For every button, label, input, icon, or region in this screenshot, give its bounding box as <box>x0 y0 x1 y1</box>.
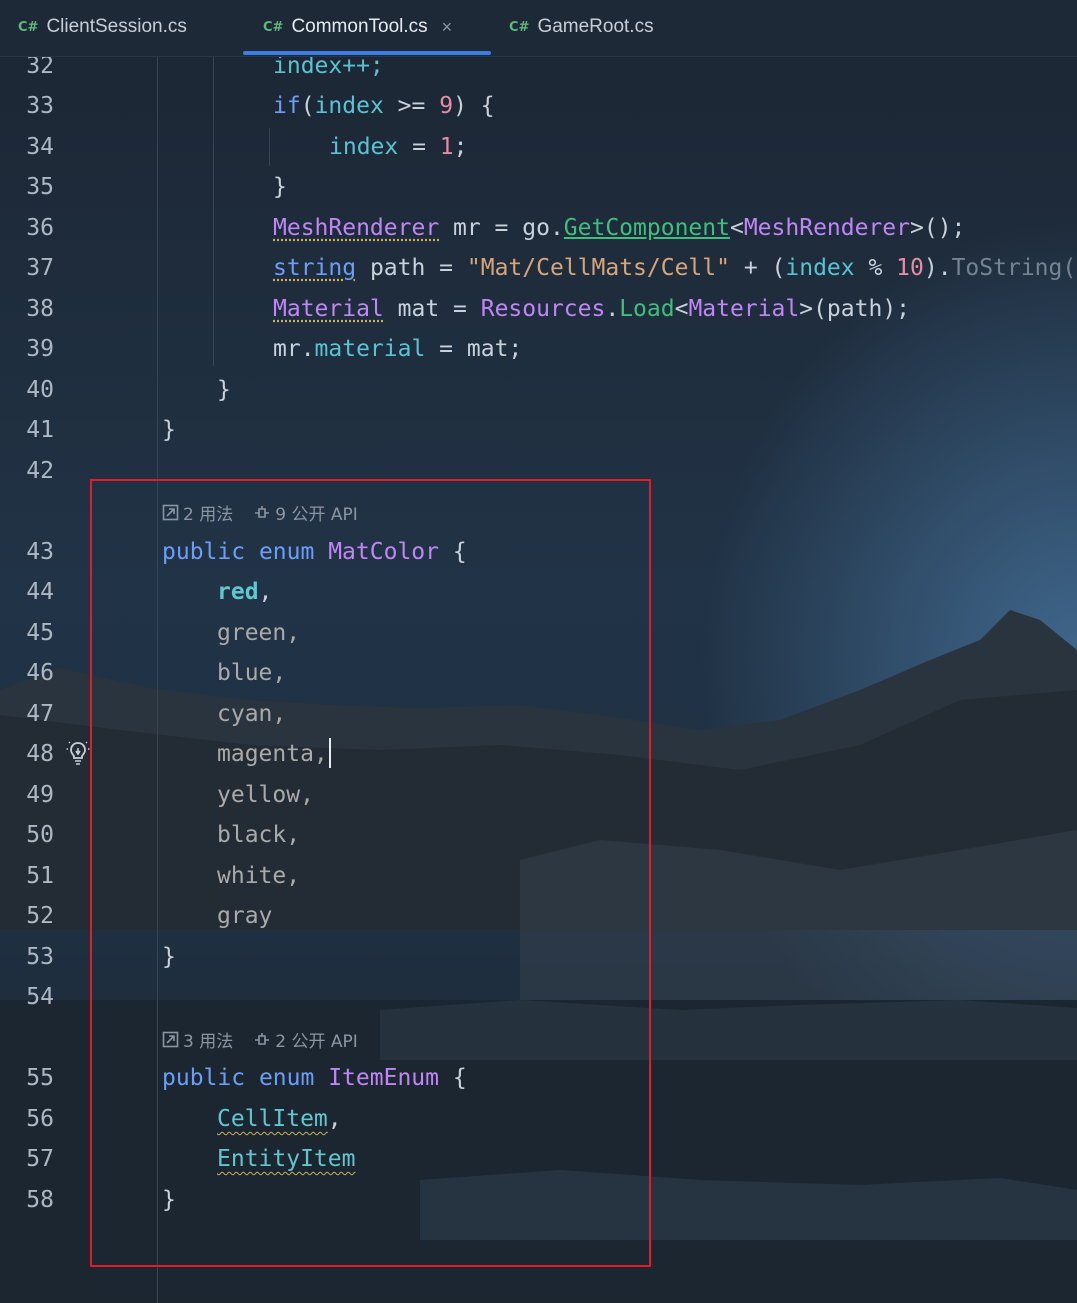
line-number: 33 <box>26 93 54 119</box>
code-line-38[interactable]: Material mat = Resources.Load<Material>(… <box>273 289 910 329</box>
line-number: 56 <box>26 1106 54 1132</box>
code-line-35[interactable]: } <box>273 167 287 207</box>
line-number: 43 <box>26 539 54 565</box>
tab-client-session[interactable]: C# ClientSession.cs <box>18 0 187 54</box>
line-number: 46 <box>26 660 54 686</box>
tab-label: CommonTool.cs <box>291 16 428 37</box>
line-number: 37 <box>26 255 54 281</box>
editor-tab-bar: C# ClientSession.cs C# CommonTool.cs × C… <box>0 0 1077 57</box>
line-number: 49 <box>26 782 54 808</box>
code-line-34[interactable]: index = 1; <box>329 127 468 167</box>
tab-label: ClientSession.cs <box>46 16 187 37</box>
csharp-file-icon: C# <box>18 19 39 35</box>
tab-game-root[interactable]: C# GameRoot.cs <box>509 0 654 54</box>
code-line-37[interactable]: string path = "Mat/CellMats/Cell" + (ind… <box>273 248 1076 288</box>
code-line-36[interactable]: MeshRenderer mr = go.GetComponent<MeshRe… <box>273 208 965 248</box>
code-line-33[interactable]: if(index >= 9) { <box>273 86 495 126</box>
code-line-39[interactable]: mr.material = mat; <box>273 329 522 369</box>
line-number: 39 <box>26 336 54 362</box>
line-number: 35 <box>26 174 54 200</box>
line-number: 44 <box>26 579 54 605</box>
line-number: 51 <box>26 863 54 889</box>
active-tab-indicator <box>243 51 491 55</box>
line-number: 40 <box>26 377 54 403</box>
line-number: 57 <box>26 1146 54 1172</box>
annotation-highlight-box <box>90 479 651 1267</box>
line-number: 53 <box>26 944 54 970</box>
tab-label: GameRoot.cs <box>537 16 654 37</box>
line-number: 55 <box>26 1065 54 1091</box>
line-number: 47 <box>26 701 54 727</box>
line-number: 36 <box>26 215 54 241</box>
line-number: 34 <box>26 134 54 160</box>
close-icon[interactable]: × <box>442 17 453 38</box>
line-number: 52 <box>26 903 54 929</box>
line-number: 58 <box>26 1187 54 1213</box>
line-number: 50 <box>26 822 54 848</box>
indent-guide <box>213 56 214 366</box>
line-number: 42 <box>26 458 54 484</box>
code-line-40[interactable]: } <box>217 370 231 410</box>
code-line-41[interactable]: } <box>162 410 176 450</box>
csharp-file-icon: C# <box>263 19 284 35</box>
line-number: 48 <box>26 741 54 767</box>
line-number: 41 <box>26 417 54 443</box>
indent-guide <box>269 128 270 166</box>
line-number: 38 <box>26 296 54 322</box>
line-number: 45 <box>26 620 54 646</box>
line-number: 54 <box>26 984 54 1010</box>
lightbulb-icon[interactable] <box>66 740 90 766</box>
csharp-file-icon: C# <box>509 19 530 35</box>
tab-common-tool[interactable]: C# CommonTool.cs × <box>263 0 452 54</box>
